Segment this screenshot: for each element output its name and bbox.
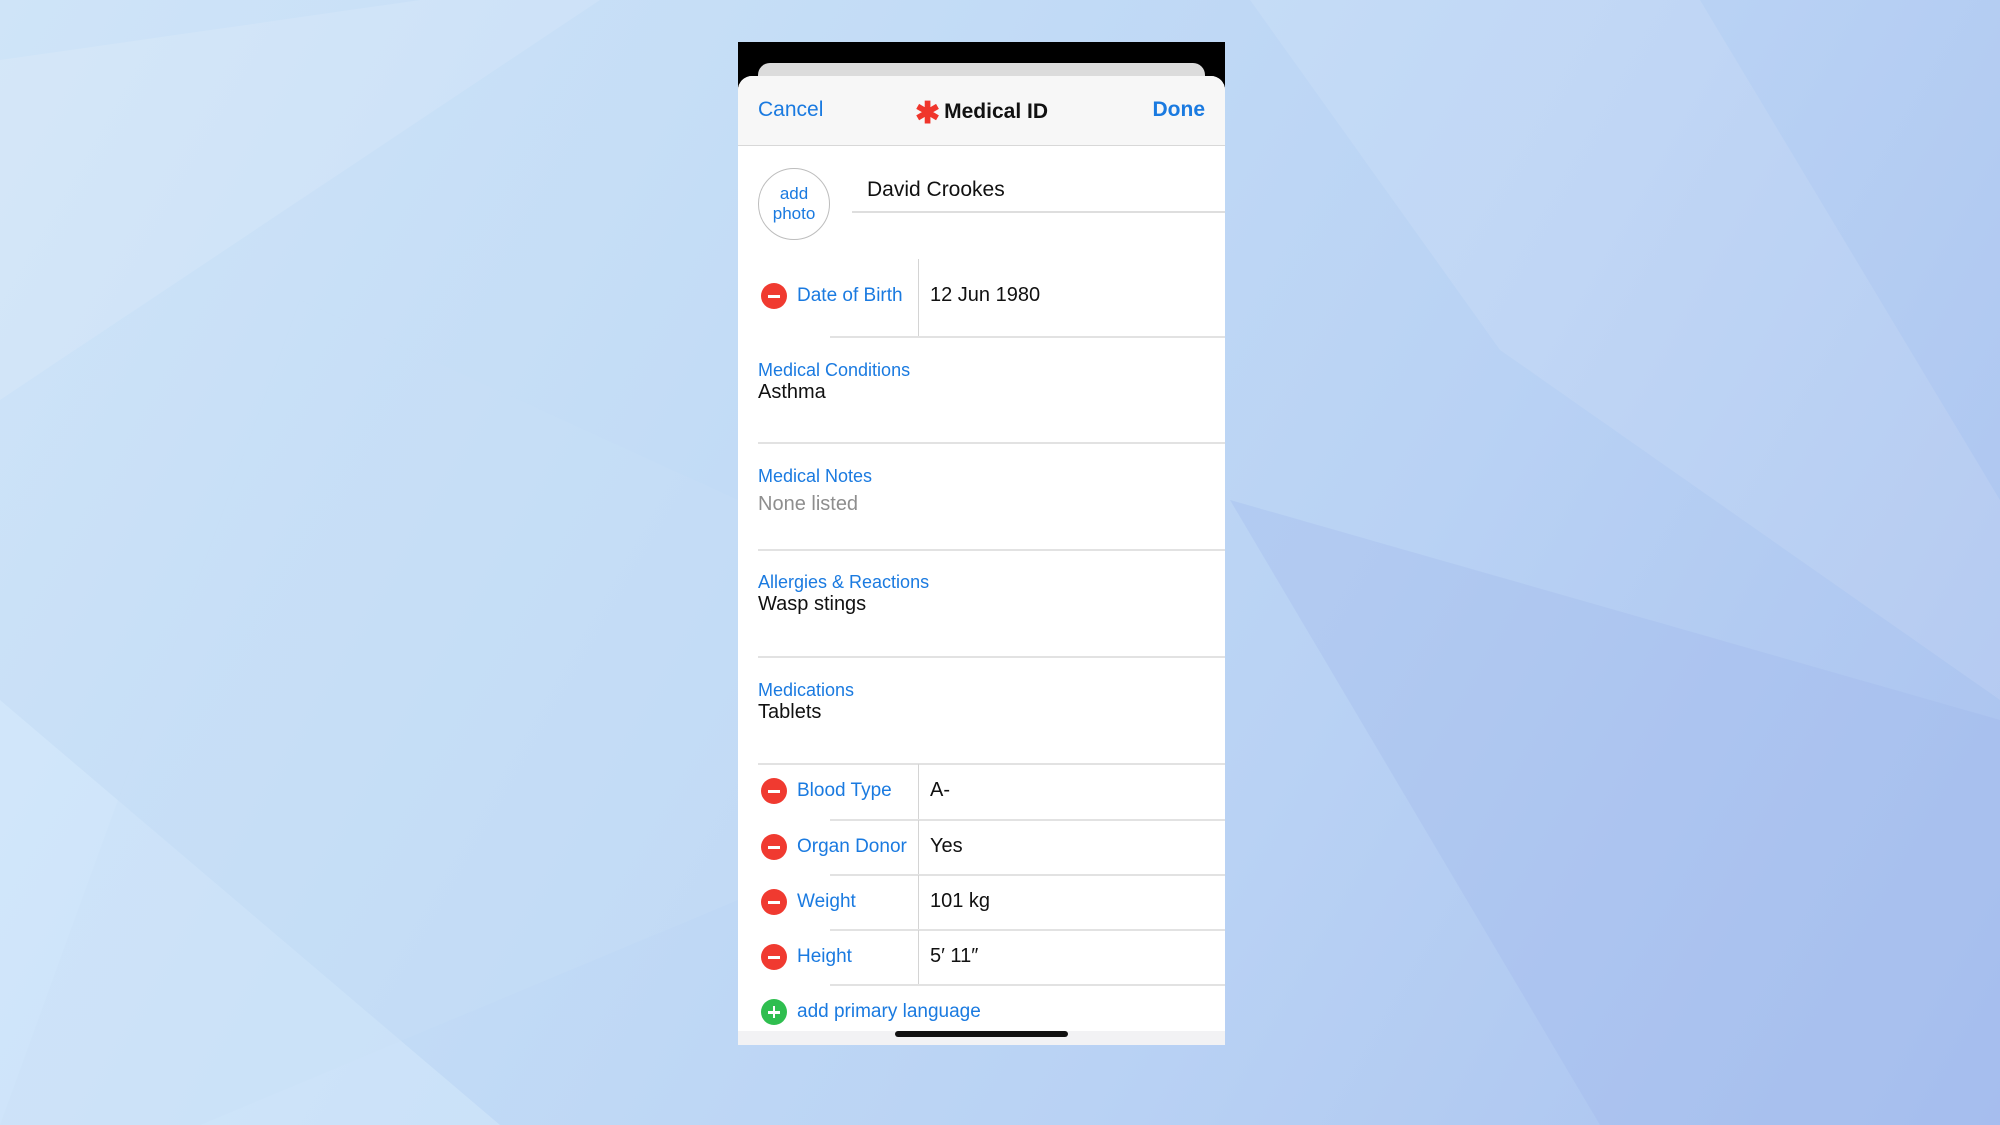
add-icon[interactable] — [761, 999, 787, 1025]
section-value[interactable]: Wasp stings — [758, 593, 866, 616]
column-divider — [918, 930, 919, 984]
remove-icon[interactable] — [761, 944, 787, 970]
field-value[interactable]: A- — [930, 779, 950, 802]
column-divider — [918, 875, 919, 929]
section-medications[interactable]: Medications Tablets — [738, 657, 1225, 764]
field-row-weight[interactable]: Weight 101 kg — [738, 875, 1225, 929]
dob-label: Date of Birth — [797, 285, 903, 306]
medical-id-sheet: Cancel ✱ Medical ID Done add photo David … — [738, 76, 1225, 1045]
section-label: Medical Conditions — [758, 360, 911, 380]
field-value[interactable]: 101 kg — [930, 890, 990, 913]
done-button[interactable]: Done — [1153, 98, 1206, 122]
title-text: Medical ID — [944, 100, 1048, 123]
dob-row[interactable]: Date of Birth 12 Jun 1980 — [738, 259, 1225, 336]
section-value[interactable]: Tablets — [758, 701, 821, 724]
section-medical-conditions[interactable]: Medical Conditions Asthma — [738, 337, 1225, 444]
field-label: Weight — [797, 891, 856, 912]
column-divider — [918, 259, 919, 336]
field-label: Organ Donor — [797, 836, 907, 857]
section-medical-notes[interactable]: Medical Notes None listed — [738, 443, 1225, 550]
section-allergies[interactable]: Allergies & Reactions Wasp stings — [738, 550, 1225, 657]
phone-screen: Cancel ✱ Medical ID Done add photo David … — [738, 42, 1225, 1045]
add-photo-button[interactable]: add photo — [758, 168, 830, 240]
add-primary-language-row[interactable]: add primary language — [738, 985, 1225, 1035]
remove-icon[interactable] — [761, 889, 787, 915]
remove-icon[interactable] — [761, 778, 787, 804]
section-value[interactable]: None listed — [758, 493, 858, 516]
field-row-organ-donor[interactable]: Organ Donor Yes — [738, 820, 1225, 874]
home-indicator[interactable] — [895, 1031, 1068, 1037]
field-value[interactable]: Yes — [930, 835, 963, 858]
field-row-blood-type[interactable]: Blood Type A- — [738, 764, 1225, 819]
field-label: Blood Type — [797, 780, 892, 801]
remove-icon[interactable] — [761, 283, 787, 309]
field-label: Height — [797, 946, 852, 967]
field-value[interactable]: 5′ 11″ — [930, 945, 978, 968]
nav-bar: Cancel ✱ Medical ID Done — [738, 76, 1225, 146]
remove-icon[interactable] — [761, 834, 787, 860]
field-row-height[interactable]: Height 5′ 11″ — [738, 930, 1225, 984]
name-divider — [852, 211, 1225, 213]
section-value[interactable]: Asthma — [758, 381, 826, 404]
section-label: Medications — [758, 680, 855, 700]
asterisk-icon: ✱ — [914, 97, 941, 130]
column-divider — [918, 764, 919, 819]
name-field[interactable]: David Crookes — [867, 178, 1005, 202]
column-divider — [918, 820, 919, 874]
add-language-label[interactable]: add primary language — [797, 1001, 981, 1023]
section-label: Allergies & Reactions — [758, 572, 930, 592]
section-label: Medical Notes — [758, 466, 873, 486]
dob-value[interactable]: 12 Jun 1980 — [930, 284, 1040, 307]
